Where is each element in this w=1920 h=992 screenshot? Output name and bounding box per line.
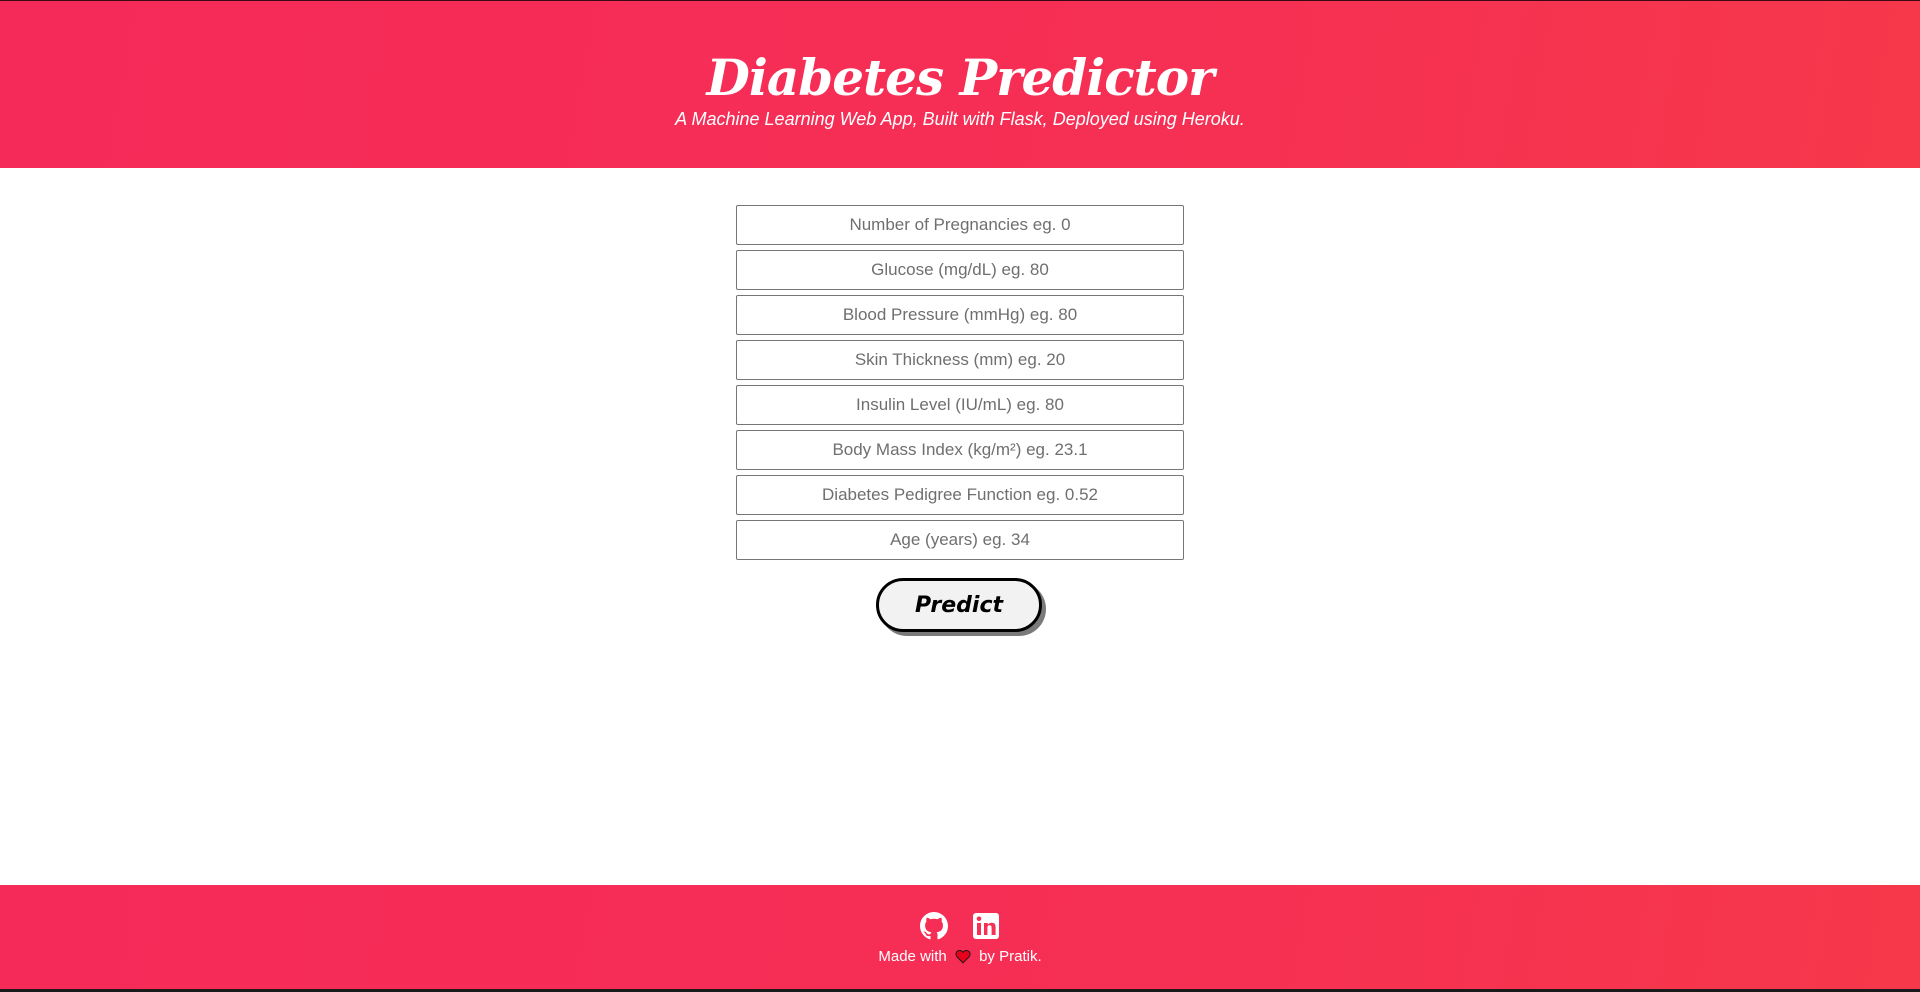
footer-credit: Made with by Pratik.	[0, 947, 1920, 967]
predict-button[interactable]: Predict	[876, 578, 1042, 632]
predict-button-wrapper: Predict	[876, 578, 1044, 634]
page: Diabetes Predictor A Machine Learning We…	[0, 0, 1920, 992]
pedigree-function-input[interactable]	[736, 475, 1184, 515]
prediction-form	[736, 205, 1184, 565]
heart-icon	[955, 949, 971, 964]
linkedin-icon	[973, 913, 1000, 939]
github-link[interactable]	[919, 912, 948, 940]
page-title: Diabetes Predictor	[706, 48, 1215, 107]
blood-pressure-input[interactable]	[736, 295, 1184, 335]
pregnancies-input[interactable]	[736, 205, 1184, 245]
glucose-input[interactable]	[736, 250, 1184, 290]
page-subtitle: A Machine Learning Web App, Built with F…	[675, 109, 1245, 129]
header-banner: Diabetes Predictor A Machine Learning We…	[0, 0, 1920, 168]
footer: Made with by Pratik.	[0, 885, 1920, 992]
skin-thickness-input[interactable]	[736, 340, 1184, 380]
github-icon	[919, 912, 948, 940]
bmi-input[interactable]	[736, 430, 1184, 470]
linkedin-link[interactable]	[972, 912, 1000, 940]
social-links	[0, 912, 1920, 942]
insulin-input[interactable]	[736, 385, 1184, 425]
made-with-text: Made with	[878, 948, 947, 965]
author-text: by Pratik.	[979, 948, 1042, 965]
age-input[interactable]	[736, 520, 1184, 560]
